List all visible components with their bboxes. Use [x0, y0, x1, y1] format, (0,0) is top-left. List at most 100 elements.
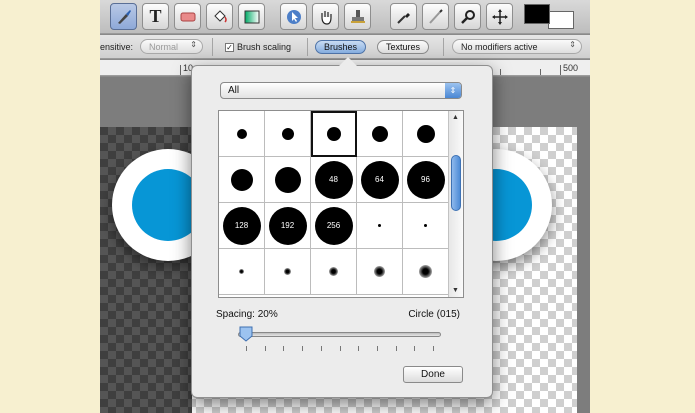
brush-cell[interactable]	[219, 249, 265, 295]
smudge-icon[interactable]	[422, 3, 449, 30]
eyedropper-icon[interactable]	[390, 3, 417, 30]
brush-preview	[371, 125, 388, 142]
brush-cell[interactable]	[403, 111, 449, 157]
brush-cell[interactable]	[357, 111, 403, 157]
brush-cell[interactable]: 256	[311, 203, 357, 249]
slider-tick	[376, 346, 378, 351]
background-color-swatch[interactable]	[548, 11, 574, 29]
scroll-up-icon[interactable]: ▲	[452, 114, 459, 121]
pressure-value: Normal	[149, 42, 179, 52]
brush-preview	[326, 126, 341, 141]
select-arrows-icon: ⇕	[445, 83, 461, 98]
brush-preview	[378, 224, 381, 227]
divider	[307, 38, 308, 56]
brush-cell[interactable]	[311, 111, 357, 157]
stamp-icon[interactable]	[344, 3, 371, 30]
brush-preview	[281, 127, 294, 140]
spacing-slider[interactable]	[238, 332, 441, 337]
brush-preview	[419, 265, 432, 278]
brush-cell[interactable]	[357, 249, 403, 295]
brush-preview: 192	[268, 206, 307, 245]
magnifier-icon[interactable]	[454, 3, 481, 30]
slider-tick	[358, 346, 360, 351]
slider-tick	[302, 346, 304, 351]
desktop-background-right	[590, 0, 695, 413]
brush-options-bar: ensitive: Normal ⇕ ✓ Brush scaling Brush…	[100, 35, 590, 59]
slider-tick	[339, 346, 341, 351]
brush-cell[interactable]	[265, 157, 311, 203]
brush-preview	[374, 266, 385, 277]
brush-preview: 96	[406, 160, 445, 199]
brush-cell[interactable]: 64	[357, 157, 403, 203]
tools-toolbar: T	[100, 0, 590, 34]
brush-cell[interactable]	[219, 111, 265, 157]
desktop-background-left	[0, 0, 100, 413]
brush-grid: 48 64 96 128 192 256 ▲ ▼	[218, 110, 464, 298]
paintbrush-icon[interactable]	[110, 3, 137, 30]
brush-cell[interactable]	[403, 203, 449, 249]
brush-cell[interactable]: 128	[219, 203, 265, 249]
brush-preview	[416, 124, 435, 143]
brush-picker-popover: All ⇕ 48 64 96 128 192 256 ▲ ▼ Spacing: 20% C…	[191, 57, 493, 398]
brush-cell[interactable]	[311, 249, 357, 295]
brush-grid-scrollbar[interactable]: ▲ ▼	[448, 111, 463, 297]
tab-brushes[interactable]: Brushes	[315, 40, 367, 54]
brush-cell[interactable]: 96	[403, 157, 449, 203]
move-arrows-icon[interactable]	[486, 3, 513, 30]
slider-tick	[320, 346, 322, 351]
ruler-tick	[540, 69, 541, 75]
brush-preview	[329, 267, 338, 276]
brush-cell[interactable]	[403, 249, 449, 295]
brush-category-select[interactable]: All ⇕	[220, 82, 462, 99]
brush-scaling-checkbox[interactable]: ✓ Brush scaling	[225, 42, 291, 52]
modifiers-value: No modifiers active	[461, 42, 538, 52]
done-button[interactable]: Done	[403, 366, 463, 383]
spacing-label: Spacing: 20%	[216, 309, 278, 320]
brush-preview: 256	[314, 206, 353, 245]
ruler-tick	[500, 69, 501, 75]
popover-arrow	[339, 57, 357, 66]
brush-cell[interactable]	[219, 157, 265, 203]
text-icon[interactable]: T	[142, 3, 169, 30]
ruler-label: 500	[563, 63, 579, 73]
pressure-select[interactable]: Normal ⇕	[140, 39, 203, 54]
select-arrows-icon: ⇕	[569, 40, 576, 49]
scroll-down-icon[interactable]: ▼	[452, 287, 459, 294]
brush-preview	[239, 269, 244, 274]
brush-preview	[230, 168, 253, 191]
ruler-tick	[560, 65, 561, 75]
slider-tick	[433, 346, 434, 351]
brush-category-value: All	[228, 85, 240, 96]
brush-cell[interactable]	[265, 111, 311, 157]
foreground-color-swatch[interactable]	[524, 4, 550, 24]
eraser-icon[interactable]	[174, 3, 201, 30]
modifiers-select[interactable]: No modifiers active ⇕	[452, 39, 582, 54]
brush-preview: 128	[222, 206, 261, 245]
slider-tick	[264, 346, 266, 351]
slider-tick	[414, 346, 416, 351]
brush-cell[interactable]: 48	[311, 157, 357, 203]
hand-icon[interactable]	[312, 3, 339, 30]
slider-tick	[283, 346, 285, 351]
divider	[443, 38, 444, 56]
slider-tick	[246, 346, 247, 351]
select-arrows-icon: ⇕	[190, 40, 197, 49]
brush-shape-label: Circle (015)	[408, 309, 460, 320]
scroll-thumb[interactable]	[451, 155, 461, 211]
brush-scaling-label: Brush scaling	[237, 42, 292, 52]
spacing-slider-thumb[interactable]	[239, 326, 253, 342]
brush-cell[interactable]: 192	[265, 203, 311, 249]
gradient-icon[interactable]	[238, 3, 265, 30]
pressure-label: ensitive:	[100, 42, 134, 52]
brush-preview	[424, 224, 427, 227]
arrow-pointer-icon[interactable]	[280, 3, 307, 30]
brush-cell[interactable]	[265, 249, 311, 295]
divider	[212, 38, 213, 56]
brush-preview	[236, 128, 247, 139]
paint-bucket-icon[interactable]	[206, 3, 233, 30]
brush-cell[interactable]	[357, 203, 403, 249]
brush-preview	[284, 268, 291, 275]
checkmark-icon: ✓	[225, 42, 234, 52]
brush-preview	[274, 166, 301, 193]
tab-textures[interactable]: Textures	[377, 40, 430, 54]
